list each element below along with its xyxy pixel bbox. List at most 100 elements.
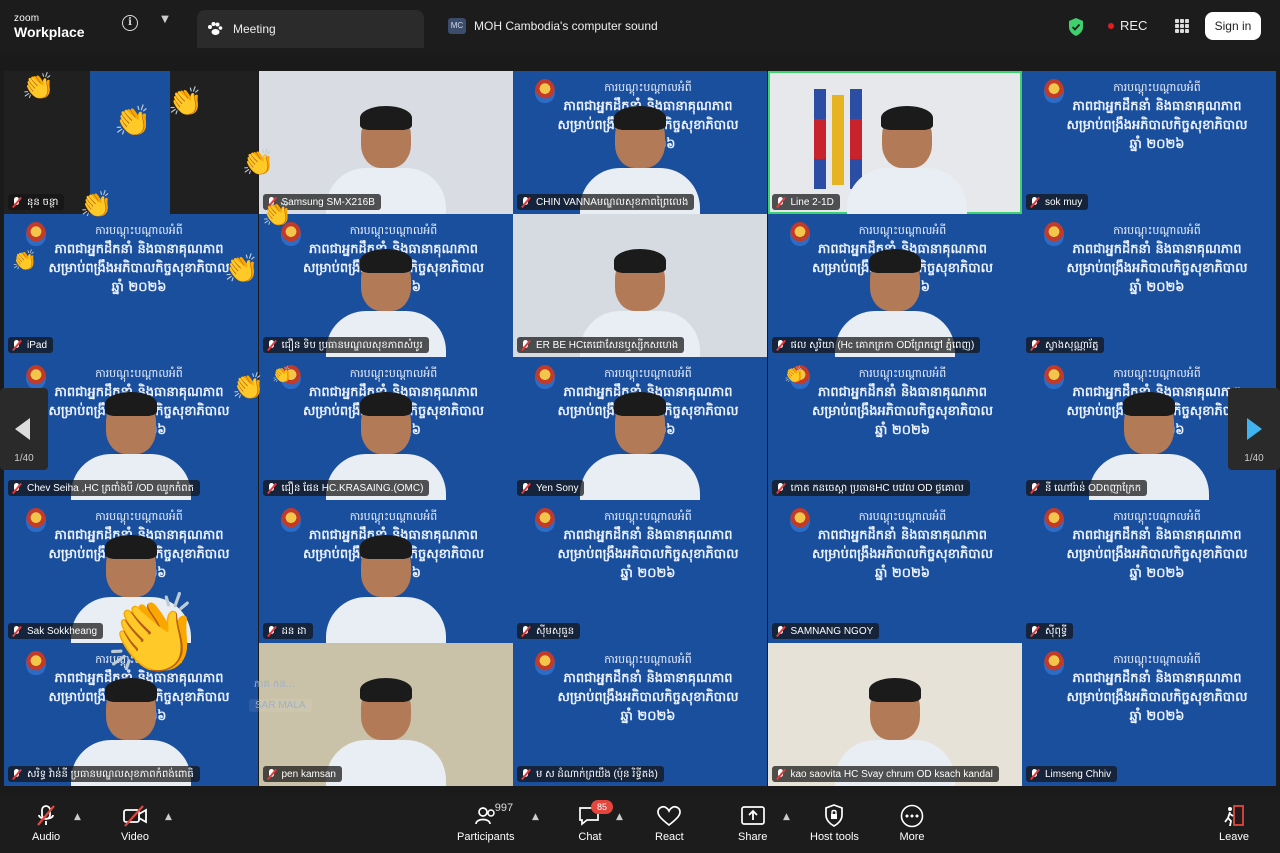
participants-options-caret-icon[interactable]: ▲ bbox=[532, 812, 539, 822]
participant-name-label: ដន ដា bbox=[281, 625, 307, 637]
training-banner: ការបណ្ដុះបណ្ដាលអំពី ភាពជាអ្នកដឹកនាំ និងធា… bbox=[1044, 222, 1270, 297]
participant-name-label: pen kamsan bbox=[281, 768, 336, 780]
training-banner: ការបណ្ដុះបណ្ដាលអំពី ភាពជាអ្នកដឹកនាំ និងធា… bbox=[26, 222, 252, 297]
more-button[interactable]: More bbox=[899, 804, 925, 843]
participant-tile[interactable]: ការបណ្ដុះបណ្ដាលអំពី ភាពជាអ្នកដឹកនាំ និងធា… bbox=[513, 643, 767, 786]
mic-muted-icon bbox=[266, 482, 277, 494]
sign-in-button[interactable]: Sign in bbox=[1205, 12, 1261, 40]
banner-line-l4: ឆ្នាំ ២០២៦ bbox=[1129, 566, 1185, 581]
banner-line-l3: សម្រាប់ពង្រឹងអភិបាលកិច្ចសុខាភិបាល bbox=[1066, 547, 1248, 562]
participant-tile[interactable]: ការបណ្ដុះបណ្ដាលអំពី ភាពជាអ្នកដឹកនាំ និងធា… bbox=[513, 357, 767, 500]
participant-tile[interactable]: ការបណ្ដុះបណ្ដាលអំពី ភាពជាអ្នកដឹកនាំ និងធា… bbox=[513, 71, 767, 214]
video-button[interactable]: Video bbox=[121, 804, 149, 843]
clapping-reaction-icon: 👏 bbox=[12, 248, 37, 272]
participant-name: CHIN VANNAមណ្ឌលសុខភាពព្រៃលេង bbox=[517, 194, 695, 210]
banner-line-l1: ការបណ្ដុះបណ្ដាលអំពី bbox=[95, 367, 183, 380]
participant-tile[interactable]: ការបណ្ដុះបណ្ដាលអំពី ភាពជាអ្នកដឹកនាំ និងធា… bbox=[767, 500, 1022, 643]
participant-tile[interactable]: ការបណ្ដុះបណ្ដាលអំពី ភាពជាអ្នកដឹកនាំ និងធា… bbox=[258, 214, 513, 357]
participant-name-label: Samsung SM-X216B bbox=[281, 196, 375, 208]
participants-count: 997 bbox=[494, 802, 514, 814]
participant-tile[interactable]: ការបណ្ដុះបណ្ដាលអំពី ភាពជាអ្នកដឹកនាំ និងធា… bbox=[1022, 643, 1276, 786]
chat-options-caret-icon[interactable]: ▲ bbox=[616, 812, 623, 822]
participant-name: នុន ចន្ថា bbox=[8, 194, 65, 210]
participant-name: sok muy bbox=[1026, 194, 1089, 210]
banner-line-l1: ការបណ្ដុះបណ្ដាលអំពី bbox=[858, 510, 947, 523]
audio-options-caret-icon[interactable]: ▲ bbox=[74, 812, 81, 822]
participant-name: Limseng Chhiv bbox=[1026, 766, 1118, 782]
previous-page-button[interactable]: 1/40 bbox=[0, 388, 48, 470]
clapping-reaction-icon: 👏 bbox=[272, 365, 292, 384]
participant-video bbox=[847, 104, 968, 214]
mic-muted-icon bbox=[266, 339, 277, 351]
banner-line-l3: សម្រាប់ពង្រឹងអភិបាលកិច្ចសុខាភិបាល bbox=[1066, 261, 1248, 276]
participant-name: SAMNANG NGOY bbox=[771, 623, 880, 639]
more-dots-icon bbox=[899, 804, 925, 828]
meeting-controls: Audio ▲ Video ▲ 997 Participants ▲ 85 Ch… bbox=[0, 796, 1280, 853]
info-icon[interactable]: i bbox=[122, 15, 138, 31]
participant-tile[interactable]: kao saovita HC Svay chrum OD ksach kanda… bbox=[767, 643, 1022, 786]
banner-line-l2: ភាពជាអ្នកដឹកនាំ និងធានាគុណភាព bbox=[563, 528, 733, 543]
shield-lock-icon bbox=[821, 804, 847, 828]
participant-tile[interactable]: ការបណ្ដុះបណ្ដាលអំពី ភាពជាអ្នកដឹកនាំ និងធា… bbox=[1022, 214, 1276, 357]
recording-indicator[interactable]: REC bbox=[1108, 18, 1147, 33]
next-page-button[interactable]: 1/40 bbox=[1228, 388, 1280, 470]
react-button[interactable]: React bbox=[655, 804, 684, 843]
mic-muted-icon bbox=[33, 804, 59, 828]
mic-muted-icon bbox=[12, 482, 22, 494]
banner-line-l3: សម្រាប់ពង្រឹងអភិបាលកិច្ចសុខាភិបាល bbox=[811, 404, 994, 419]
participant-name-label: kao saovita HC Svay chrum OD ksach kanda… bbox=[790, 768, 993, 780]
tab-meeting[interactable]: Meeting bbox=[197, 10, 424, 48]
participant-tile[interactable]: ការបណ្ដុះបណ្ដាលអំពី ភាពជាអ្នកដឹកនាំ និងធា… bbox=[258, 357, 513, 500]
chat-unread-badge: 85 bbox=[591, 800, 613, 814]
participant-name: ជឿន ទិប ប្រធានមណ្ឌលសុខភាពសំបូរ bbox=[262, 337, 429, 353]
participant-name-label: ជឿន ផែន HC.KRASAING.(OMC) bbox=[281, 482, 424, 494]
banner-line-l1: ការបណ្ដុះបណ្ដាលអំពី bbox=[1113, 224, 1201, 237]
participants-button[interactable]: 997 Participants bbox=[457, 802, 514, 843]
participant-tile[interactable]: ការបណ្ដុះបណ្ដាលអំពី ភាពជាអ្នកដឹកនាំ និងធា… bbox=[767, 214, 1022, 357]
banner-line-l4: ឆ្នាំ ២០២៦ bbox=[111, 280, 167, 295]
mic-muted-icon bbox=[521, 339, 531, 351]
leave-button[interactable]: Leave bbox=[1219, 804, 1249, 843]
host-tools-button[interactable]: Host tools bbox=[810, 804, 859, 843]
page-indicator-left: 1/40 bbox=[14, 453, 34, 464]
apps-grid-icon[interactable] bbox=[1175, 19, 1189, 33]
participant-name: ER BE HCតេជោសែនឬស្សីកសហេង bbox=[517, 337, 685, 353]
participant-tile[interactable]: ER BE HCតេជោសែនឬស្សីកសហេង bbox=[513, 214, 767, 357]
video-options-caret-icon[interactable]: ▲ bbox=[165, 812, 172, 822]
training-banner: ការបណ្ដុះបណ្ដាលអំពី ភាពជាអ្នកដឹកនាំ និងធា… bbox=[1044, 508, 1270, 583]
banner-line-l1: ការបណ្ដុះបណ្ដាលអំពី bbox=[349, 367, 438, 380]
participant-tile[interactable]: ការបណ្ដុះបណ្ដាលអំពី ភាពជាអ្នកដឹកនាំ និងធា… bbox=[258, 500, 513, 643]
logo-workplace-text: Workplace bbox=[14, 24, 85, 40]
participant-tile[interactable]: ការបណ្ដុះបណ្ដាលអំពី ភាពជាអ្នកដឹកនាំ និងធា… bbox=[1022, 71, 1276, 214]
paw-icon bbox=[207, 22, 223, 36]
training-banner: ការបណ្ដុះបណ្ដាលអំពី ភាពជាអ្នកដឹកនាំ និងធា… bbox=[790, 365, 1016, 440]
participant-tile[interactable]: ការបណ្ដុះបណ្ដាលអំពី ភាពជាអ្នកដឹកនាំ និងធា… bbox=[1022, 500, 1276, 643]
chat-button[interactable]: 85 Chat bbox=[577, 800, 613, 843]
mic-muted-icon bbox=[1030, 625, 1040, 637]
participant-name-label: Limseng Chhiv bbox=[1045, 768, 1112, 780]
participant-name-label: ស្វាងសុណ្ណារ័ត្ន bbox=[1045, 339, 1099, 351]
share-options-caret-icon[interactable]: ▲ bbox=[783, 812, 790, 822]
participant-tile[interactable]: pen kamsan bbox=[258, 643, 513, 786]
chevron-down-icon[interactable]: ▼ bbox=[158, 14, 172, 28]
participant-name-label: សរិទ្ធ វ៉ាន់នី ប្រធានមណ្ឌលសុខភាពកំពង់ពោធ… bbox=[27, 768, 194, 780]
banner-line-l1: ការបណ្ដុះបណ្ដាលអំពី bbox=[858, 224, 947, 237]
rec-label: REC bbox=[1120, 18, 1148, 33]
participant-tile[interactable]: ការបណ្ដុះបណ្ដាលអំពី ភាពជាអ្នកដឹកនាំ និងធា… bbox=[4, 214, 258, 357]
shield-icon[interactable] bbox=[1068, 18, 1084, 36]
participant-tile[interactable]: Line 2-1D bbox=[767, 71, 1022, 214]
participant-name-label: CHIN VANNAមណ្ឌលសុខភាពព្រៃលេង bbox=[536, 196, 689, 208]
participant-name: ដន ដា bbox=[262, 623, 313, 639]
participant-tile[interactable]: Samsung SM-X216B bbox=[258, 71, 513, 214]
participant-tile[interactable]: ការបណ្ដុះបណ្ដាលអំពី ភាពជាអ្នកដឹកនាំ និងធា… bbox=[767, 357, 1022, 500]
tab-computer-sound[interactable]: MC MOH Cambodia's computer sound bbox=[448, 18, 658, 34]
participant-tile[interactable]: ការបណ្ដុះបណ្ដាលអំពី ភាពជាអ្នកដឹកនាំ និងធា… bbox=[513, 500, 767, 643]
share-button[interactable]: Share bbox=[738, 804, 767, 843]
training-banner: ការបណ្ដុះបណ្ដាលអំពី ភាពជាអ្នកដឹកនាំ និងធា… bbox=[1044, 651, 1270, 726]
participant-name-label: Chev Seiha ,HC ត្រពាំងបី /OD ឈូកកំពត bbox=[27, 482, 194, 494]
mic-muted-icon bbox=[12, 625, 22, 637]
banner-line-l1: ការបណ្ដុះបណ្ដាលអំពី bbox=[604, 653, 692, 666]
audio-button[interactable]: Audio bbox=[32, 804, 60, 843]
banner-line-l4: ឆ្នាំ ២០២៦ bbox=[1129, 709, 1185, 724]
training-banner: ការបណ្ដុះបណ្ដាលអំពី ភាពជាអ្នកដឹកនាំ និងធា… bbox=[1044, 79, 1270, 154]
